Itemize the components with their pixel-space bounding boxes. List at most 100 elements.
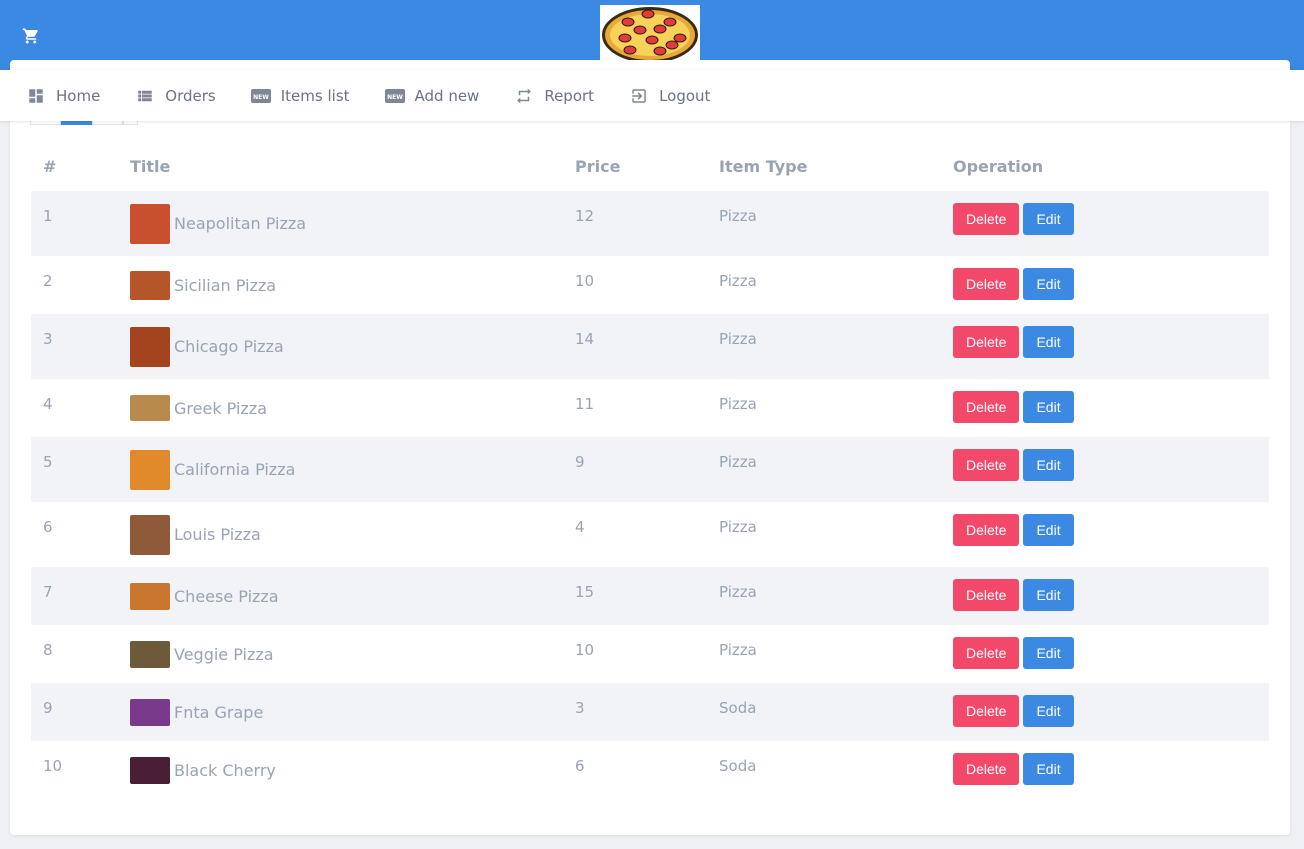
row-number: 7 <box>31 567 118 625</box>
item-thumbnail <box>130 449 170 490</box>
cart-icon[interactable] <box>20 25 42 47</box>
item-thumbnail <box>130 203 170 244</box>
item-thumbnail <box>130 698 170 726</box>
nav-home-label: Home <box>56 86 101 105</box>
row-price: 6 <box>563 741 707 799</box>
row-type: Pizza <box>707 567 941 625</box>
nav-logout[interactable]: Logout <box>629 86 710 106</box>
svg-text:NEW: NEW <box>387 94 403 101</box>
nav-orders-label: Orders <box>165 86 216 105</box>
edit-button[interactable]: Edit <box>1023 514 1074 546</box>
table-row: 10 Black Cherry 6 Soda Delete Edit <box>31 741 1269 799</box>
row-number: 6 <box>31 502 118 567</box>
nav-add-new-label: Add new <box>414 86 480 105</box>
column-header-operation: Operation <box>953 157 1044 176</box>
row-type: Pizza <box>707 437 941 502</box>
edit-button[interactable]: Edit <box>1023 637 1074 669</box>
row-title: Chicago Pizza <box>118 314 563 379</box>
new-badge-icon: NEW <box>250 86 271 106</box>
delete-button[interactable]: Delete <box>953 203 1020 235</box>
item-thumbnail <box>130 270 170 300</box>
row-price: 10 <box>563 625 707 683</box>
item-thumbnail <box>130 582 170 610</box>
column-header-price: Price <box>575 157 621 176</box>
item-type: Pizza <box>719 395 757 413</box>
row-operations: Delete Edit <box>941 314 1269 379</box>
row-number: 10 <box>31 741 118 799</box>
pizza-logo[interactable] <box>600 5 700 65</box>
row-type: Pizza <box>707 502 941 567</box>
item-thumbnail <box>130 640 170 668</box>
row-title: Cheese Pizza <box>118 567 563 625</box>
row-number: 8 <box>31 625 118 683</box>
row-number-text: 7 <box>43 583 53 601</box>
delete-button[interactable]: Delete <box>953 449 1020 481</box>
nav-report[interactable]: Report <box>514 86 594 106</box>
nav-home[interactable]: Home <box>26 86 100 106</box>
row-title: Veggie Pizza <box>118 625 563 683</box>
edit-button[interactable]: Edit <box>1023 753 1074 785</box>
row-price: 4 <box>563 502 707 567</box>
edit-button[interactable]: Edit <box>1023 449 1074 481</box>
items-table: # Title Price Item Type Operation 1 Neapo… <box>31 142 1269 799</box>
edit-button[interactable]: Edit <box>1023 203 1074 235</box>
delete-button[interactable]: Delete <box>953 579 1020 611</box>
row-type: Pizza <box>707 191 941 256</box>
item-type: Pizza <box>719 518 757 536</box>
row-operations: Delete Edit <box>941 502 1269 567</box>
edit-button[interactable]: Edit <box>1023 268 1074 300</box>
item-thumbnail <box>130 514 170 555</box>
nav-logout-label: Logout <box>659 86 711 105</box>
nav-report-label: Report <box>544 86 595 105</box>
list-icon <box>135 86 155 106</box>
item-title: Cheese Pizza <box>174 586 279 606</box>
edit-button[interactable]: Edit <box>1023 326 1074 358</box>
delete-button[interactable]: Delete <box>953 753 1020 785</box>
row-title: Louis Pizza <box>118 502 563 567</box>
row-title: Neapolitan Pizza <box>118 191 563 256</box>
nav-orders[interactable]: Orders <box>135 86 216 106</box>
table-row: 4 Greek Pizza 11 Pizza Delete Edit <box>31 379 1269 437</box>
table-row: 8 Veggie Pizza 10 Pizza Delete Edit <box>31 625 1269 683</box>
delete-button[interactable]: Delete <box>953 514 1020 546</box>
row-number: 5 <box>31 437 118 502</box>
row-type: Soda <box>707 741 941 799</box>
row-price: 9 <box>563 437 707 502</box>
dashboard-icon <box>26 86 46 106</box>
row-number-text: 5 <box>43 453 53 471</box>
delete-button[interactable]: Delete <box>953 268 1020 300</box>
table-row: 1 Neapolitan Pizza 12 Pizza Delete Edit <box>31 191 1269 256</box>
edit-button[interactable]: Edit <box>1023 695 1074 727</box>
edit-button[interactable]: Edit <box>1023 391 1074 423</box>
item-type: Pizza <box>719 330 757 348</box>
row-title: Fnta Grape <box>118 683 563 741</box>
item-price: 11 <box>575 395 595 413</box>
delete-button[interactable]: Delete <box>953 637 1020 669</box>
item-thumbnail <box>130 756 170 784</box>
delete-button[interactable]: Delete <box>953 326 1020 358</box>
delete-button[interactable]: Delete <box>953 391 1020 423</box>
table-row: 5 California Pizza 9 Pizza Delete Edit <box>31 437 1269 502</box>
column-header-title: Title <box>130 157 171 176</box>
logout-icon <box>629 86 649 106</box>
row-title: Sicilian Pizza <box>118 256 563 314</box>
row-type: Pizza <box>707 256 941 314</box>
nav-add-new[interactable]: NEW Add new <box>384 86 480 106</box>
swap-icon <box>514 86 534 106</box>
item-type: Pizza <box>719 583 757 601</box>
row-operations: Delete Edit <box>941 379 1269 437</box>
delete-button[interactable]: Delete <box>953 695 1020 727</box>
row-title: Greek Pizza <box>118 379 563 437</box>
row-operations: Delete Edit <box>941 625 1269 683</box>
item-type: Pizza <box>719 453 757 471</box>
nav-items-list-label: Items list <box>280 86 350 105</box>
edit-button[interactable]: Edit <box>1023 579 1074 611</box>
item-price: 15 <box>575 583 595 601</box>
row-number: 1 <box>31 191 118 256</box>
row-number-text: 10 <box>43 757 63 775</box>
nav-items-list[interactable]: NEW Items list <box>250 86 350 106</box>
table-row: 3 Chicago Pizza 14 Pizza Delete Edit <box>31 314 1269 379</box>
row-operations: Delete Edit <box>941 191 1269 256</box>
row-number-text: 4 <box>43 395 53 413</box>
row-price: 11 <box>563 379 707 437</box>
